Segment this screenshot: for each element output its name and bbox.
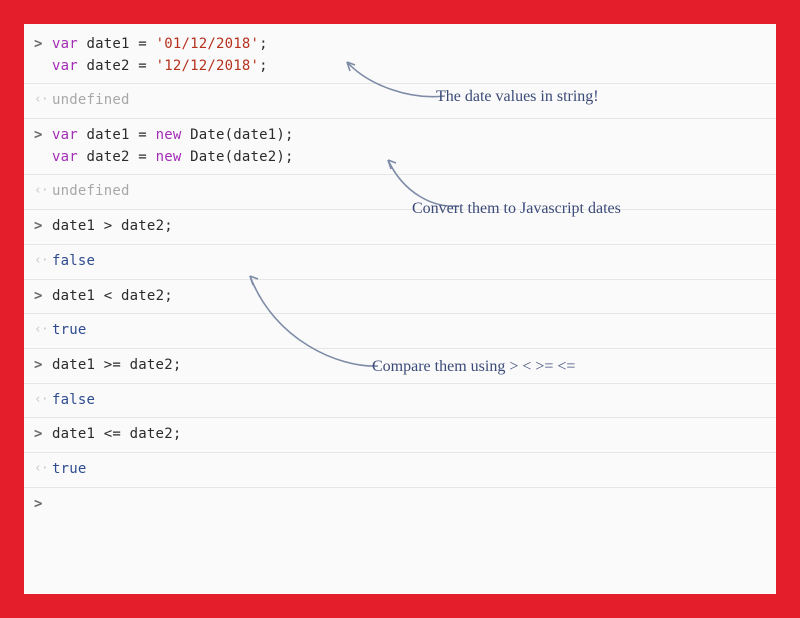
- input-prompt-icon: >: [34, 125, 52, 146]
- console-output-row: undefined: [24, 84, 776, 119]
- console-input-row: >date1 <= date2;: [24, 418, 776, 453]
- output-prompt-icon: [34, 390, 52, 410]
- output-prompt-icon: [34, 251, 52, 271]
- console-output-row: false: [24, 384, 776, 419]
- code-output: true: [52, 459, 87, 481]
- input-prompt-icon: >: [34, 494, 52, 515]
- console-output-row: true: [24, 314, 776, 349]
- console-input-row: >var date1 = new Date(date1); var date2 …: [24, 119, 776, 175]
- console-input-row: >var date1 = '01/12/2018'; var date2 = '…: [24, 28, 776, 84]
- console-input-row: >date1 < date2;: [24, 280, 776, 315]
- output-prompt-icon: [34, 459, 52, 479]
- code-output: undefined: [52, 181, 130, 203]
- console-input-row: >date1 >= date2;: [24, 349, 776, 384]
- code-input[interactable]: date1 >= date2;: [52, 355, 181, 377]
- code-output: false: [52, 390, 95, 412]
- code-input[interactable]: date1 <= date2;: [52, 424, 181, 446]
- code-output: true: [52, 320, 87, 342]
- code-input[interactable]: date1 < date2;: [52, 286, 173, 308]
- console-output-row: false: [24, 245, 776, 280]
- input-prompt-icon: >: [34, 216, 52, 237]
- output-prompt-icon: [34, 90, 52, 110]
- code-output: false: [52, 251, 95, 273]
- code-output: undefined: [52, 90, 130, 112]
- input-prompt-icon: >: [34, 34, 52, 55]
- code-input[interactable]: var date1 = '01/12/2018'; var date2 = '1…: [52, 34, 268, 77]
- console-input-row: >date1 > date2;: [24, 210, 776, 245]
- console-output-row: true: [24, 453, 776, 488]
- console-input-row: >: [24, 488, 776, 521]
- devtools-console[interactable]: >var date1 = '01/12/2018'; var date2 = '…: [24, 24, 776, 594]
- input-prompt-icon: >: [34, 355, 52, 376]
- input-prompt-icon: >: [34, 286, 52, 307]
- code-input[interactable]: date1 > date2;: [52, 216, 173, 238]
- output-prompt-icon: [34, 320, 52, 340]
- console-output-row: undefined: [24, 175, 776, 210]
- code-input[interactable]: var date1 = new Date(date1); var date2 =…: [52, 125, 294, 168]
- input-prompt-icon: >: [34, 424, 52, 445]
- output-prompt-icon: [34, 181, 52, 201]
